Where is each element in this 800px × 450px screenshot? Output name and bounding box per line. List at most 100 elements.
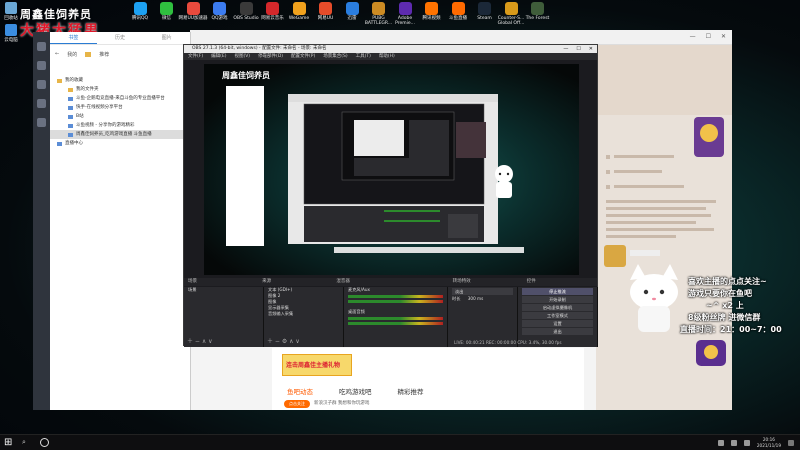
mixer-meter-desktop[interactable] [348,317,443,320]
obs-menu-item[interactable]: 配置文件(P) [291,53,315,60]
tree-item[interactable]: 快手-在线视频分享平台 [50,103,190,112]
network-icon[interactable] [717,439,724,446]
maximize-icon[interactable]: ☐ [706,33,711,40]
tree-item[interactable]: B站 [50,112,190,121]
obs-control-button[interactable]: 工作室模式 [522,312,593,319]
desktop-icon[interactable]: 网易云音乐 [258,2,288,21]
tab-game[interactable]: 吃鸡游戏吧 [339,386,372,396]
desktop-icon[interactable]: Counter-S... Global Off... [496,2,526,26]
tab-bookmarks[interactable]: 书签 [50,32,97,44]
ad-text: 连击周鑫佳主播礼物 [286,362,341,369]
obs-menu-item[interactable]: 编辑(E) [211,53,226,60]
desktop-icon[interactable]: 腾讯QQ [125,2,155,21]
favorites-sidebar [33,32,50,410]
tree-item[interactable]: 我的收藏 [50,76,190,85]
info-line-1: 喜欢主播的点点关注~ [688,277,767,286]
obs-control-button[interactable]: 启动虚拟摄像机 [522,304,593,311]
desktop-icon[interactable]: QQ游戏 [205,2,235,21]
tree-item-label: 我的文件夹 [76,87,99,92]
clock[interactable]: 20:16 2021/11/19 [757,437,781,448]
obs-control-button[interactable]: 开始录制 [522,296,593,303]
obs-menu-item[interactable]: 场景集合(S) [323,53,347,60]
search-icon[interactable]: ⌕ [22,438,26,447]
source-add-icon[interactable]: ＋ − ⚙ ∧ ∨ [267,336,300,345]
obs-menu-item[interactable]: 帮助(H) [379,53,395,60]
desktop-icon[interactable]: WeGame [284,2,314,21]
obs-dock-headers: 场景 来源 混音器 转场特效 控件 [184,278,597,286]
image-icon[interactable] [37,118,46,127]
tree-item[interactable]: 直播中心 [50,139,190,148]
obs-menu-item[interactable]: 视图(V) [234,53,250,60]
obs-preview[interactable]: 周鑫佳饲养员 [204,64,579,275]
obs-control-button[interactable]: 设置 [522,320,593,327]
desktop-icon[interactable]: PUBG BATTLEGR... [364,2,394,26]
minimize-icon[interactable]: — [690,33,696,40]
duration-value[interactable]: 300 ms [468,296,484,301]
transition-select[interactable]: 淡出 [452,288,513,295]
obs-menu-item[interactable]: 停靠部件(D) [258,53,283,60]
desktop-icon[interactable]: 腾讯视频 [417,2,447,21]
tree-item[interactable]: 斗鱼-企鹅电竞直播-来自斗鱼的专业直播平台 [50,94,190,103]
notification-icon[interactable] [788,439,794,446]
close-icon[interactable]: ✕ [721,33,726,40]
cloud-pc-icon [5,24,17,36]
app-icon [239,2,253,15]
minimize-icon[interactable]: — [563,45,568,53]
star-icon[interactable] [37,42,46,51]
tree-item[interactable]: 我的文件夹 [50,85,190,94]
desktop-icon[interactable]: 网易UU加速器 [178,2,208,21]
back-icon[interactable]: ← [55,51,59,57]
info-line-3: ~^ x2 上 [706,301,744,310]
download-icon[interactable] [37,80,46,89]
folder-icon [68,87,73,92]
favorites-toolbar: ← 我的 推荐 [50,47,190,61]
app-icon [372,2,385,15]
scene-item[interactable]: 场景 [184,287,263,293]
dock-header-sources: 来源 [262,279,272,284]
follow-pill[interactable]: 点击关注 [284,400,310,408]
obs-control-button[interactable]: 停止推流 [522,288,593,295]
obs-control-button[interactable]: 退出 [522,328,593,335]
desktop-icon[interactable]: Steam [470,2,500,21]
ime-icon[interactable] [743,439,750,446]
tree-item[interactable]: 周鑫佳饲养员_吃鸡游戏直播 斗鱼直播 [50,130,190,139]
mixer-meter-mic-2 [348,300,443,303]
task-view-icon[interactable] [40,438,49,447]
mixer-track-desktop: 桌面音频 [348,309,365,314]
tree-item[interactable]: 斗鱼视频 - 分享你的游戏精彩 [50,121,190,130]
windows-start-icon[interactable]: ⊞ [4,438,12,448]
source-item[interactable]: 音频输入采集 [264,311,343,317]
toolbar-mine[interactable]: 我的 [67,51,77,58]
desktop-icon[interactable]: 网易UU [311,2,341,21]
maximize-icon[interactable]: ☐ [576,45,580,53]
desktop-icon[interactable]: Adobe Premie... [390,2,420,26]
obs-menu-item[interactable]: 工具(T) [356,53,371,60]
desktop-icon-label: 微信 [162,16,171,21]
desktop-icon[interactable]: 迅雷 [337,2,367,21]
scene-add-icon[interactable]: ＋ − ∧ ∨ [187,336,213,345]
list-icon[interactable] [37,61,46,70]
desktop-icon[interactable]: OBS Studio [231,2,261,21]
tab-feed[interactable]: 鱼吧动态 [287,386,313,396]
mixer-meter-mic[interactable] [348,295,443,298]
obs-menu-item[interactable]: 文件(F) [188,53,203,60]
obs-status-bar: LIVE: 00:40:21 REC: 00:00:00 CPU: 3.4%, … [454,340,562,345]
desktop-icon[interactable]: 斗鱼直播 [443,2,473,21]
tree-item-label: 我的收藏 [65,78,83,83]
app-icon [133,2,147,15]
history-icon[interactable] [37,99,46,108]
desktop-icon-label: PUBG BATTLEGR... [364,16,393,26]
volume-icon[interactable] [730,439,737,446]
close-icon[interactable]: ✕ [589,45,593,53]
desktop-icon[interactable]: 微信 [152,2,182,21]
toolbar-recommend[interactable]: 推荐 [99,51,109,58]
tab-images[interactable]: 图片 [143,32,190,44]
desktop-icon-cloud-pc[interactable]: 云电脑 [2,24,20,43]
tab-recommend[interactable]: 精彩推荐 [398,386,424,396]
desktop-icon[interactable]: The Forest [523,2,553,21]
desktop-icon-recycle-bin[interactable]: 回收站 [2,2,20,21]
folder-icon[interactable] [85,51,92,57]
tab-history[interactable]: 历史 [97,32,144,44]
desktop-icon-label: QQ游戏 [211,16,228,21]
content-tabs: 鱼吧动态 吃鸡游戏吧 精彩推荐 [287,386,424,396]
